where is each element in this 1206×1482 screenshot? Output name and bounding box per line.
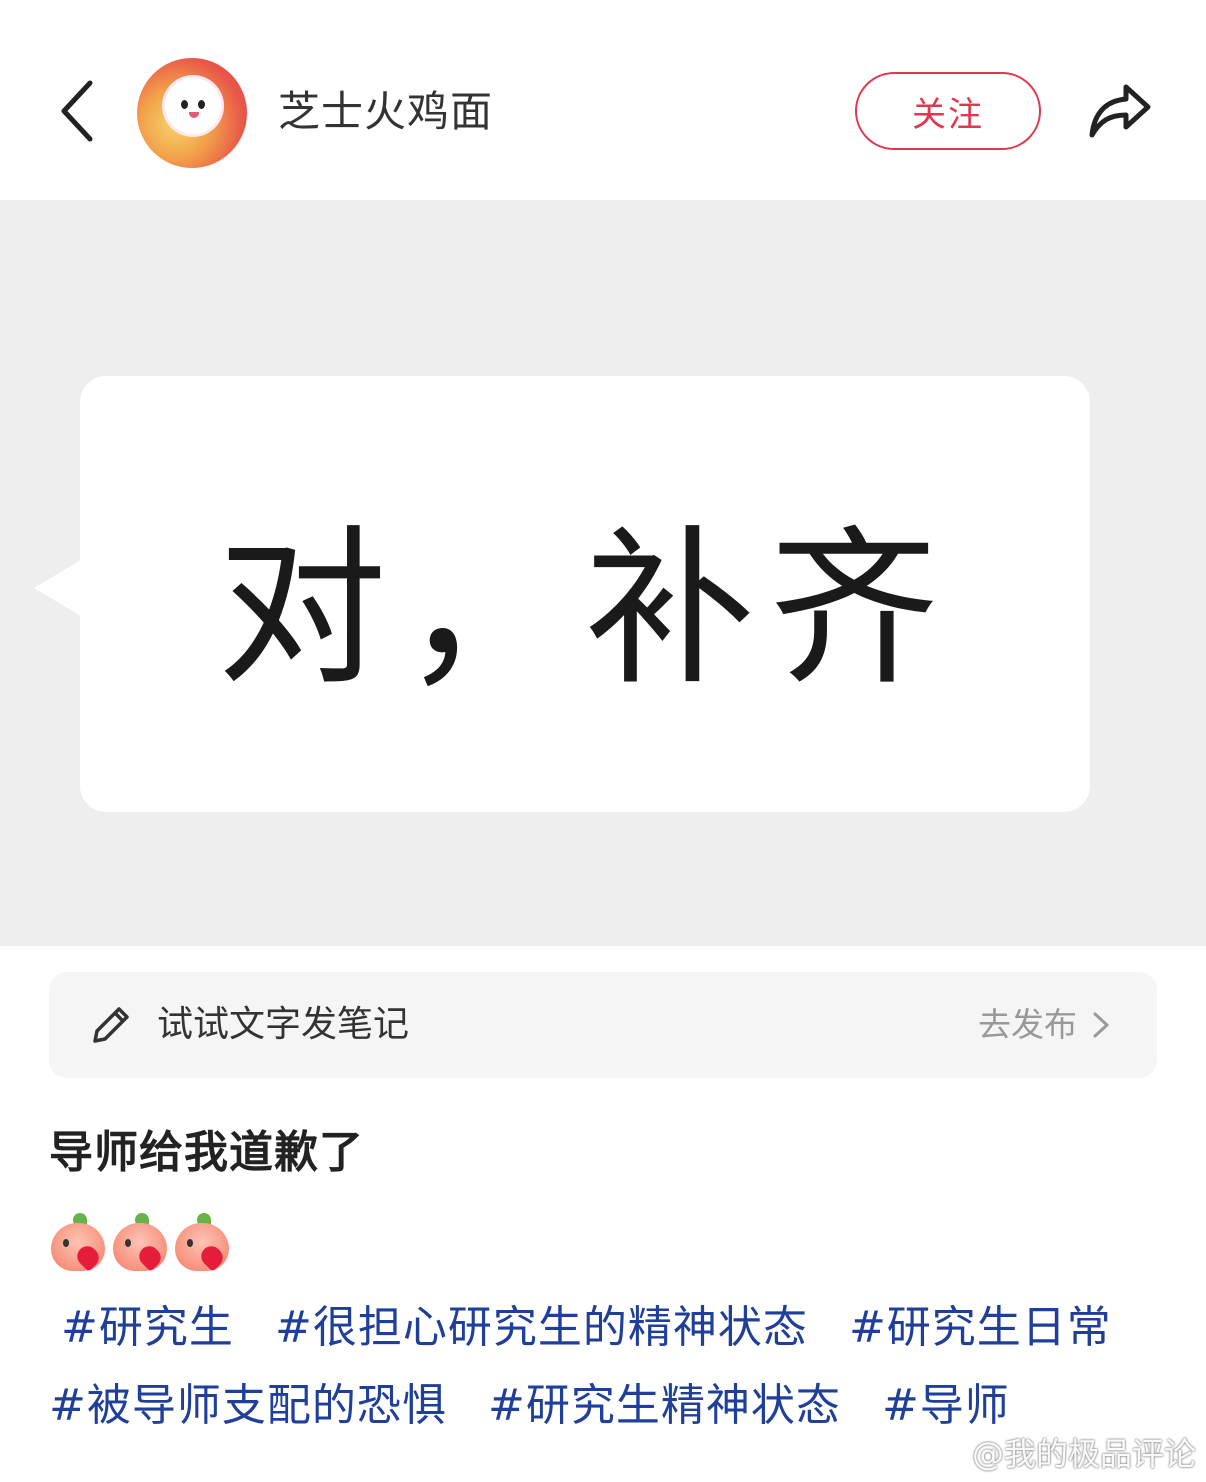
share-button[interactable] <box>1082 76 1158 146</box>
hashtag[interactable]: #很担心研究生的精神状态 <box>275 1296 808 1360</box>
weibo-watermark: @我的极品评论 <box>971 1435 1196 1473</box>
hashtag[interactable]: #被导师支配的恐惧 <box>49 1374 447 1438</box>
post-title: 导师给我道歉了 <box>49 1127 364 1178</box>
emoji-row <box>49 1213 231 1277</box>
post-image[interactable]: 对，补齐 <box>0 200 1206 946</box>
top-bar: 芝士火鸡面 关注 <box>0 0 1206 200</box>
hashtag[interactable]: #研究生 <box>61 1296 234 1360</box>
chevron-right-icon <box>1093 1012 1109 1038</box>
hashtag[interactable]: #导师 <box>882 1374 1010 1438</box>
blush-peach-emoji-icon <box>111 1213 169 1273</box>
hashtag[interactable]: #研究生日常 <box>849 1296 1112 1360</box>
avatar-character <box>165 78 221 134</box>
hashtag[interactable]: #研究生精神状态 <box>488 1374 841 1438</box>
hashtag-list: #研究生 #很担心研究生的精神状态 #研究生日常 #被导师支配的恐惧 #研究生精… <box>49 1296 1159 1452</box>
author-name[interactable]: 芝士火鸡面 <box>278 84 493 140</box>
bubble-tail <box>34 558 84 618</box>
chevron-left-icon <box>61 80 93 142</box>
pencil-icon <box>93 1007 129 1043</box>
publish-link[interactable]: 去发布 <box>978 1002 1077 1048</box>
speech-bubble: 对，补齐 <box>80 376 1090 812</box>
avatar[interactable] <box>137 58 247 168</box>
bubble-text: 对，补齐 <box>216 511 953 709</box>
try-text-note-bar[interactable]: 试试文字发笔记 去发布 <box>49 972 1157 1078</box>
back-button[interactable] <box>48 75 104 147</box>
blush-peach-emoji-icon <box>49 1213 107 1273</box>
share-icon <box>1089 84 1151 138</box>
blush-peach-emoji-icon <box>173 1213 231 1273</box>
note-bar-label: 试试文字发笔记 <box>157 1004 410 1045</box>
follow-button[interactable]: 关注 <box>855 72 1041 150</box>
